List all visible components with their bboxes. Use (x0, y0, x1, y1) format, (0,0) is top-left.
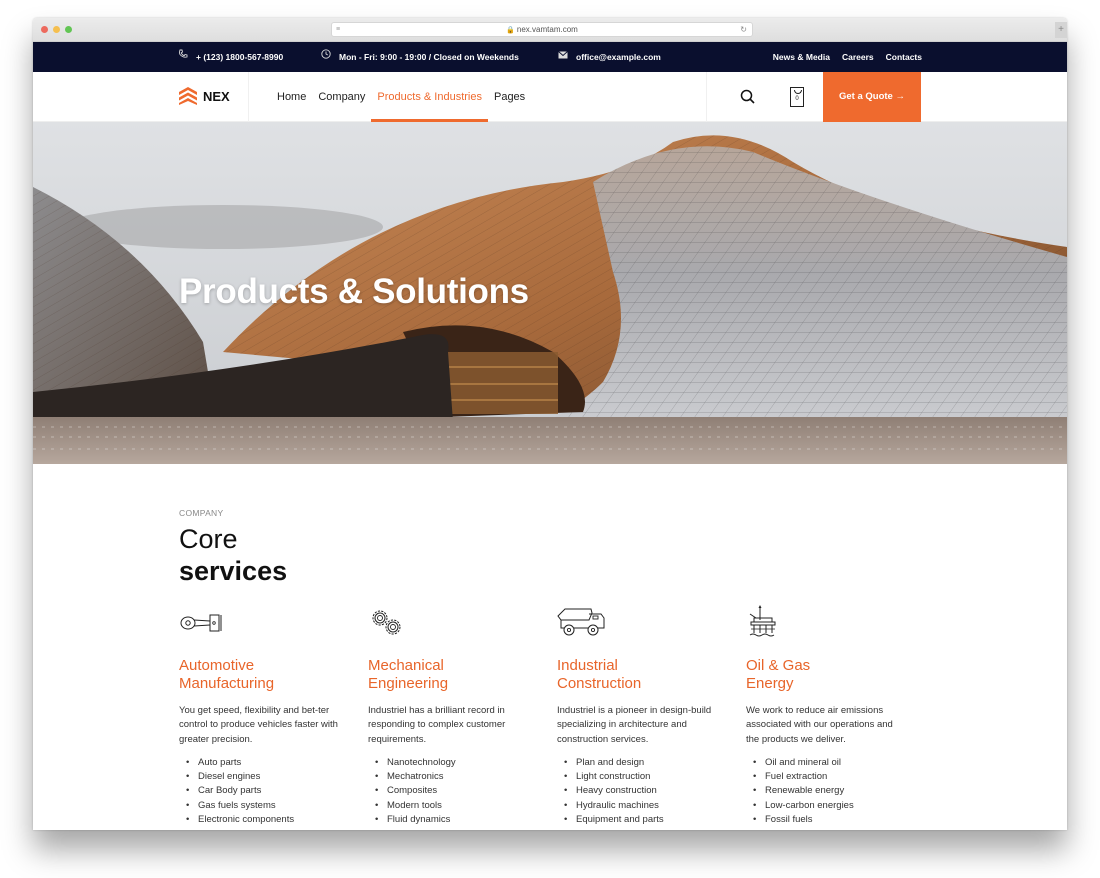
cart-button[interactable]: 0 (790, 87, 804, 107)
service-description: You get speed, flexibility and bet-ter c… (179, 705, 338, 745)
top-link-careers[interactable]: Careers (842, 42, 874, 72)
core-services-section: COMPANY Core services Automotive Manufact… (33, 464, 1067, 830)
service-title-line1[interactable]: Mechanical (368, 657, 444, 674)
list-item: Light construction (557, 770, 746, 785)
list-item: Plan and design (557, 756, 746, 771)
main-navbar: NEX Home Company Products & Industries P… (33, 72, 1067, 122)
new-tab-button[interactable]: + (1055, 22, 1067, 38)
list-item: Nanotechnology (368, 756, 557, 771)
service-card-oil-gas: Oil & Gas Energy We work to reduce air em… (746, 604, 935, 828)
nav-item-home[interactable]: Home (271, 72, 312, 122)
close-window-button[interactable] (41, 26, 48, 33)
oil-rig-icon (749, 605, 776, 637)
list-item: Fuel extraction (746, 770, 935, 785)
browser-chrome: ≡ 🔒 nex.vamtam.com ↻ + (33, 18, 1067, 42)
lock-icon: 🔒 (506, 27, 515, 34)
service-title-line2[interactable]: Energy (746, 675, 794, 692)
top-links: News & Media Careers Contacts (773, 42, 922, 72)
list-item: Electronic components (179, 813, 368, 828)
section-eyebrow: COMPANY (179, 508, 224, 518)
gears-icon (372, 610, 401, 635)
top-info-bar: + (123) 1800-567-8990 Mon - Fri: 9:00 - … (33, 42, 1067, 72)
piston-icon (180, 614, 222, 632)
section-title-bold: services (179, 556, 288, 586)
list-item: Equipment and parts (557, 813, 746, 828)
screen: ≡ 🔒 nex.vamtam.com ↻ + + (123) 1800-567-8… (0, 0, 1100, 878)
phone-number: + (123) 1800-567-8990 (196, 52, 284, 62)
list-item: Hydraulic machines (557, 799, 746, 814)
service-title-line1[interactable]: Oil & Gas (746, 657, 810, 674)
section-title-light: Core (179, 524, 238, 554)
get-a-quote-button[interactable]: Get a Quote → (823, 72, 921, 122)
hours-text: Mon - Fri: 9:00 - 19:00 / Closed on Week… (339, 52, 519, 62)
nav-divider (248, 72, 249, 122)
hero-title: Products & Solutions (179, 272, 529, 311)
list-item: Renewable energy (746, 784, 935, 799)
search-button[interactable] (739, 88, 757, 106)
browser-window: ≡ 🔒 nex.vamtam.com ↻ + + (123) 1800-567-8… (33, 18, 1067, 830)
primary-menu: Home Company Products & Industries Pages (271, 72, 531, 122)
service-feature-list: Oil and mineral oil Fuel extraction Rene… (746, 756, 935, 828)
services-grid: Automotive Manufacturing You get speed, f… (179, 604, 935, 828)
logo[interactable]: NEX (178, 86, 230, 106)
list-item: Gas fuels systems (179, 799, 368, 814)
service-card-automotive: Automotive Manufacturing You get speed, f… (179, 604, 368, 828)
list-item: Fluid dynamics (368, 813, 557, 828)
address-bar[interactable]: ≡ 🔒 nex.vamtam.com ↻ (331, 22, 753, 37)
email-contact[interactable]: office@example.com (558, 42, 661, 72)
logo-chevrons-icon (179, 87, 197, 105)
service-feature-list: Nanotechnology Mechatronics Composites M… (368, 756, 557, 828)
top-link-contacts[interactable]: Contacts (886, 42, 922, 72)
reload-icon[interactable]: ↻ (740, 23, 747, 36)
nav-divider (706, 72, 707, 122)
list-item: Car Body parts (179, 784, 368, 799)
service-card-industrial: Industrial Construction Industriel is a p… (557, 604, 746, 828)
service-title-line2[interactable]: Engineering (368, 675, 448, 692)
nav-item-pages[interactable]: Pages (488, 72, 531, 122)
list-item: Heavy construction (557, 784, 746, 799)
phone-icon (178, 42, 188, 72)
dump-truck-icon (557, 608, 605, 636)
list-item: Mechatronics (368, 770, 557, 785)
opening-hours: Mon - Fri: 9:00 - 19:00 / Closed on Week… (321, 42, 519, 72)
service-description: Industriel has a brilliant record in res… (368, 705, 506, 745)
hero-banner: Products & Solutions (33, 122, 1067, 464)
service-description: We work to reduce air emissions associat… (746, 705, 893, 745)
cart-count: 0 (795, 96, 799, 102)
search-icon (740, 89, 755, 104)
reader-view-icon[interactable]: ≡ (336, 23, 340, 36)
service-title-line2[interactable]: Construction (557, 675, 641, 692)
window-controls (41, 26, 72, 33)
service-title-line1[interactable]: Automotive (179, 657, 254, 674)
nav-item-products-industries[interactable]: Products & Industries (371, 72, 488, 122)
list-item: Diesel engines (179, 770, 368, 785)
phone-contact[interactable]: + (123) 1800-567-8990 (178, 42, 283, 72)
service-feature-list: Auto parts Diesel engines Car Body parts… (179, 756, 368, 828)
minimize-window-button[interactable] (53, 26, 60, 33)
list-item: Oil and mineral oil (746, 756, 935, 771)
service-feature-list: Plan and design Light construction Heavy… (557, 756, 746, 828)
nav-item-company[interactable]: Company (312, 72, 371, 122)
email-text: office@example.com (576, 52, 661, 62)
mail-icon (558, 42, 568, 72)
list-item: Fossil fuels (746, 813, 935, 828)
list-item: Auto parts (179, 756, 368, 771)
service-card-mechanical: Mechanical Engineering Industriel has a b… (368, 604, 557, 828)
url-text: nex.vamtam.com (516, 25, 578, 34)
list-item: Composites (368, 784, 557, 799)
brand-name: NEX (203, 88, 230, 104)
maximize-window-button[interactable] (65, 26, 72, 33)
top-link-news-media[interactable]: News & Media (773, 42, 830, 72)
list-item: Low-carbon energies (746, 799, 935, 814)
list-item: Modern tools (368, 799, 557, 814)
clock-icon (321, 42, 331, 72)
service-title-line2[interactable]: Manufacturing (179, 675, 274, 692)
service-description: Industriel is a pioneer in design-build … (557, 705, 712, 745)
service-title-line1[interactable]: Industrial (557, 657, 618, 674)
